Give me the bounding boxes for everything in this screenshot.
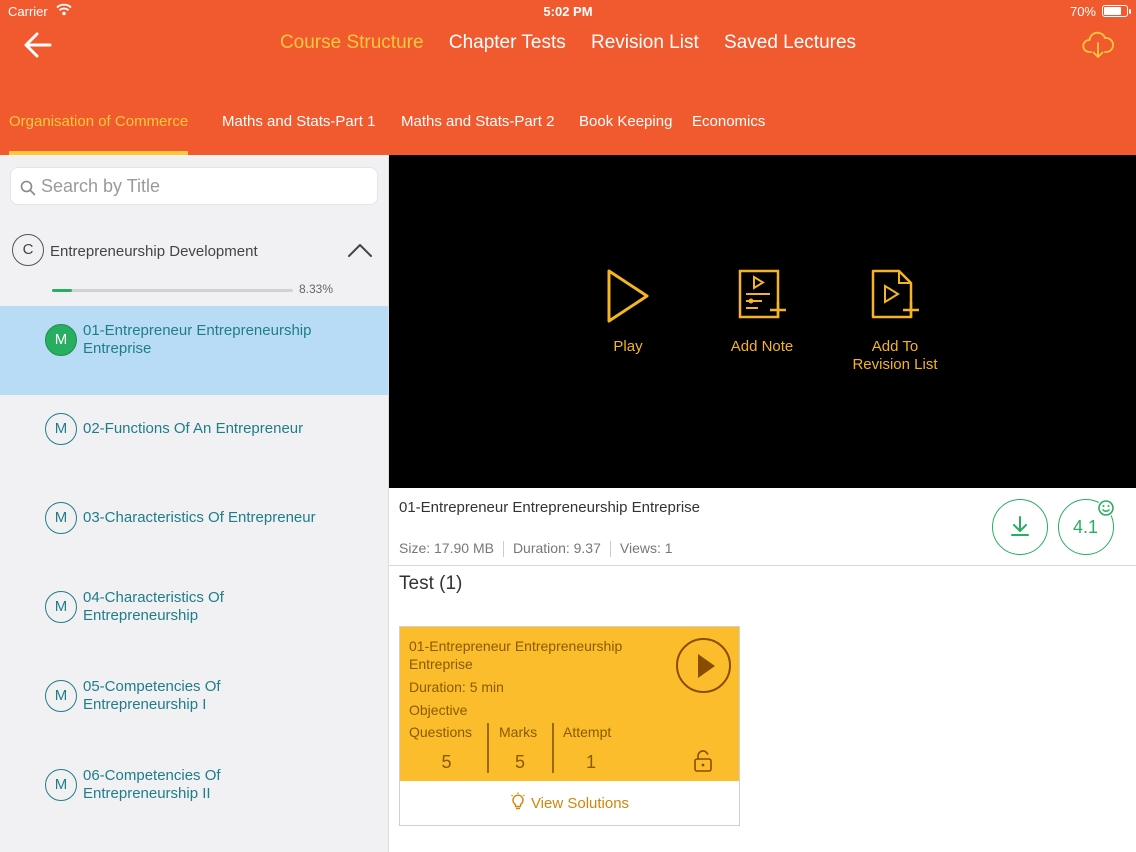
stat-divider <box>487 723 489 773</box>
download-button[interactable] <box>992 499 1048 555</box>
add-to-revision-list-button[interactable]: Add To Revision List <box>835 268 955 374</box>
chapter-progress-bar <box>52 289 293 292</box>
lecture-item[interactable]: M 02-Functions Of An Entrepreneur <box>0 395 388 484</box>
view-solutions-label: View Solutions <box>530 795 630 812</box>
lightbulb-icon <box>511 792 525 810</box>
add-note-button[interactable]: Add Note <box>702 268 822 356</box>
test-card: 01-Entrepreneur Entrepreneurship Entrepr… <box>399 626 740 826</box>
chevron-up-icon <box>348 244 372 257</box>
rating-button[interactable]: 4.1 <box>1058 499 1115 555</box>
add-to-revision-label: Add To Revision List <box>852 338 938 373</box>
lecture-badge: M <box>45 769 77 801</box>
attempt-stat: Attempt 1 <box>563 724 619 774</box>
tab-book-keeping[interactable]: Book Keeping <box>579 113 672 155</box>
search-icon <box>20 180 36 196</box>
lecture-badge: M <box>45 324 77 356</box>
tests-heading: Test (1) <box>399 573 463 594</box>
nav-revision-list[interactable]: Revision List <box>591 32 699 54</box>
lecture-item[interactable]: M 05-Competencies Of Entrepreneurship I <box>0 662 388 751</box>
lecture-badge: M <box>45 413 77 445</box>
unlock-icon <box>694 750 712 772</box>
nav-saved-lectures[interactable]: Saved Lectures <box>724 32 856 54</box>
lecture-list: M 01-Entrepreneur Entrepreneurship Entre… <box>0 306 388 840</box>
video-player: Play Add Note Add To Revision List <box>389 155 1136 488</box>
lecture-title: 04-Characteristics Of Entrepreneurship <box>83 589 224 624</box>
video-duration: Duration: 9.37 <box>512 540 601 556</box>
status-bar: Carrier 5:02 PM 70% <box>0 0 1136 24</box>
tab-maths-and-stats-part-2[interactable]: Maths and Stats-Part 2 <box>401 113 554 155</box>
video-size: Size: 17.90 MB <box>399 540 494 556</box>
test-card-body[interactable]: 01-Entrepreneur Entrepreneurship Entrepr… <box>400 627 739 781</box>
attempt-label: Attempt <box>563 724 612 740</box>
cloud-download-icon <box>1082 31 1114 58</box>
nav-course-structure[interactable]: Course Structure <box>280 32 424 54</box>
lecture-badge: M <box>45 502 77 534</box>
status-time: 5:02 PM <box>543 4 593 19</box>
lecture-title: 03-Characteristics Of Entrepreneur <box>83 509 316 526</box>
lecture-item[interactable]: M 03-Characteristics Of Entrepreneur <box>0 484 388 573</box>
download-icon <box>1011 516 1029 536</box>
app-header: Carrier 5:02 PM 70% Course Structure Cha… <box>0 0 1136 155</box>
lecture-item[interactable]: M 06-Competencies Of Entrepreneurship II <box>0 751 388 840</box>
tab-economics[interactable]: Economics <box>692 113 765 155</box>
play-label: Play <box>613 338 643 355</box>
tab-maths-and-stats-part-1[interactable]: Maths and Stats-Part 1 <box>222 113 375 155</box>
video-meta: Size: 17.90 MB Duration: 9.37 Views: 1 <box>399 540 673 558</box>
questions-value: 5 <box>441 752 452 772</box>
questions-stat: Questions 5 <box>409 724 484 774</box>
video-info-panel: 01-Entrepreneur Entrepreneurship Entrepr… <box>389 488 1136 566</box>
marks-value: 5 <box>514 752 525 772</box>
lecture-item[interactable]: M 01-Entrepreneur Entrepreneurship Entre… <box>0 306 388 395</box>
chapter-title: Entrepreneurship Development <box>50 243 258 260</box>
test-type: Objective <box>409 702 468 718</box>
chapter-progress-percent: 8.33% <box>299 282 334 296</box>
chapter-progress-fill <box>52 289 73 292</box>
tab-organisation-of-commerce[interactable]: Organisation of Commerce <box>9 113 189 155</box>
lecture-sidebar: C Entrepreneurship Development 8.33% M 0… <box>0 155 389 852</box>
lecture-title: 05-Competencies Of Entrepreneurship I <box>83 678 221 713</box>
attempt-value: 1 <box>585 752 596 772</box>
search-box <box>10 167 378 205</box>
play-icon <box>698 654 715 678</box>
top-navigation: Course Structure Chapter Tests Revision … <box>0 32 1136 54</box>
nav-chapter-tests[interactable]: Chapter Tests <box>449 32 566 54</box>
test-duration: Duration: 5 min <box>409 679 504 695</box>
lecture-badge: M <box>45 591 77 623</box>
add-note-label: Add Note <box>730 338 794 355</box>
add-to-revision-icon <box>871 269 919 319</box>
lecture-title: 06-Competencies Of Entrepreneurship II <box>83 767 221 802</box>
marks-stat: Marks 5 <box>499 724 541 774</box>
rating-value: 4.1 <box>1072 517 1099 537</box>
add-note-icon <box>738 269 786 319</box>
battery-percent: 70% <box>1069 4 1096 19</box>
chapter-badge: C <box>12 234 44 266</box>
video-views: Views: 1 <box>619 540 673 556</box>
play-button[interactable]: Play <box>568 268 688 356</box>
stat-divider <box>552 723 554 773</box>
smiley-icon <box>1097 499 1115 517</box>
lecture-title: 01-Entrepreneur Entrepreneurship Entrepr… <box>83 322 312 357</box>
start-test-button[interactable] <box>676 638 731 693</box>
lecture-badge: M <box>45 680 77 712</box>
play-icon <box>607 269 649 323</box>
lecture-item[interactable]: M 04-Characteristics Of Entrepreneurship <box>0 573 388 662</box>
test-title: 01-Entrepreneur Entrepreneurship Entrepr… <box>409 638 623 672</box>
lecture-title: 02-Functions Of An Entrepreneur <box>83 420 304 437</box>
marks-label: Marks <box>499 724 538 740</box>
chapter-header[interactable]: C Entrepreneurship Development 8.33% <box>0 230 388 308</box>
battery-icon <box>1102 5 1131 17</box>
search-input[interactable] <box>41 168 371 204</box>
view-solutions-button[interactable]: View Solutions <box>400 781 739 826</box>
video-title: 01-Entrepreneur Entrepreneurship Entrepr… <box>399 499 701 516</box>
cloud-download-button[interactable] <box>1082 30 1114 60</box>
questions-label: Questions <box>409 724 473 740</box>
